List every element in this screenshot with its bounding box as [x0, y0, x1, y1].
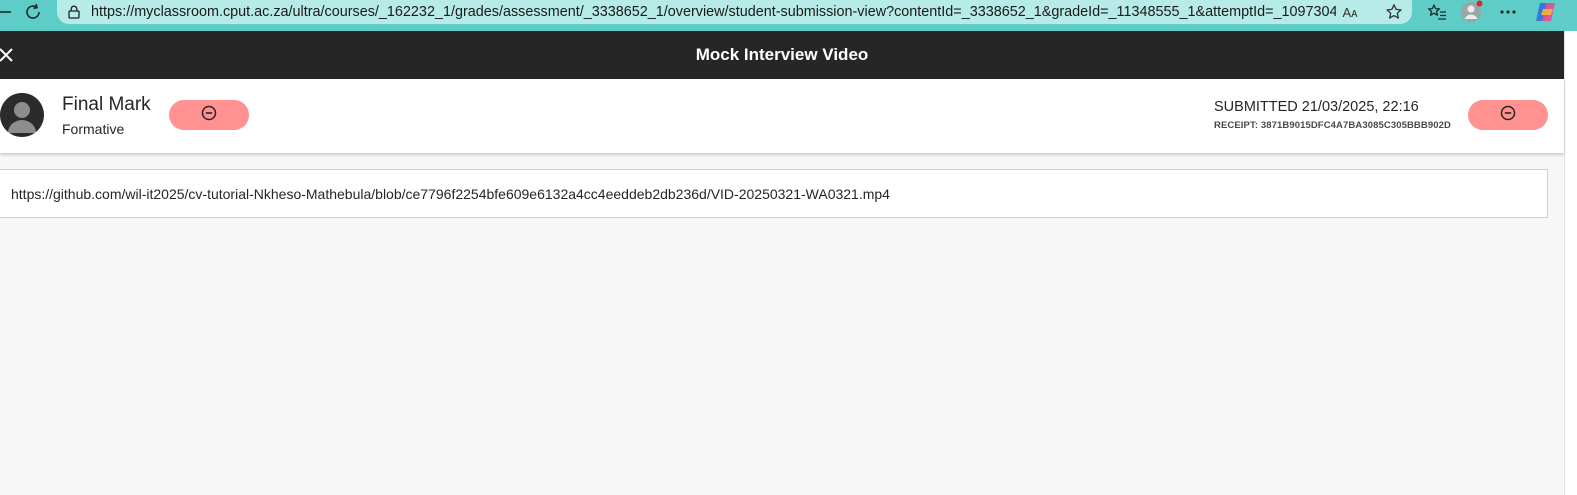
favorites-icon[interactable]	[1426, 0, 1448, 24]
copilot-icon[interactable]	[1533, 0, 1559, 24]
read-aloud-icon[interactable]: Aᴀ	[1339, 2, 1361, 22]
submission-text: https://github.com/wil-it2025/cv-tutoria…	[11, 186, 890, 202]
submission-status-pill[interactable]	[1468, 100, 1548, 130]
back-icon[interactable]	[0, 0, 12, 24]
grade-header: Final Mark Formative SUBMITTED 21/03/202…	[0, 79, 1564, 153]
submission-content: https://github.com/wil-it2025/cv-tutoria…	[0, 169, 1548, 218]
favorite-star-icon[interactable]	[1383, 2, 1405, 22]
close-icon[interactable]	[0, 44, 16, 66]
title-bar: Mock Interview Video	[0, 31, 1564, 79]
page-title: Mock Interview Video	[695, 45, 869, 64]
grade-status-pill[interactable]	[169, 100, 249, 130]
panel-edge	[1564, 31, 1577, 495]
minus-circle-icon	[1500, 105, 1516, 126]
browser-toolbar: https://myclassroom.cput.ac.za/ultra/cou…	[0, 0, 1577, 31]
receipt-id: RECEIPT: 3871B9015DFC4A7BA3085C305BBB902…	[1214, 120, 1451, 131]
refresh-icon[interactable]	[20, 0, 46, 24]
submitted-timestamp: SUBMITTED 21/03/2025, 22:16	[1214, 99, 1419, 115]
address-bar[interactable]: https://myclassroom.cput.ac.za/ultra/cou…	[57, 0, 1412, 24]
minus-circle-icon	[201, 105, 217, 126]
lock-icon[interactable]	[66, 4, 82, 20]
more-icon[interactable]	[1497, 0, 1519, 24]
grade-title: Final Mark	[62, 94, 151, 115]
profile-icon[interactable]	[1460, 0, 1484, 24]
grade-subtitle: Formative	[62, 121, 125, 137]
avatar	[0, 93, 44, 137]
url-text[interactable]: https://myclassroom.cput.ac.za/ultra/cou…	[91, 4, 1336, 20]
